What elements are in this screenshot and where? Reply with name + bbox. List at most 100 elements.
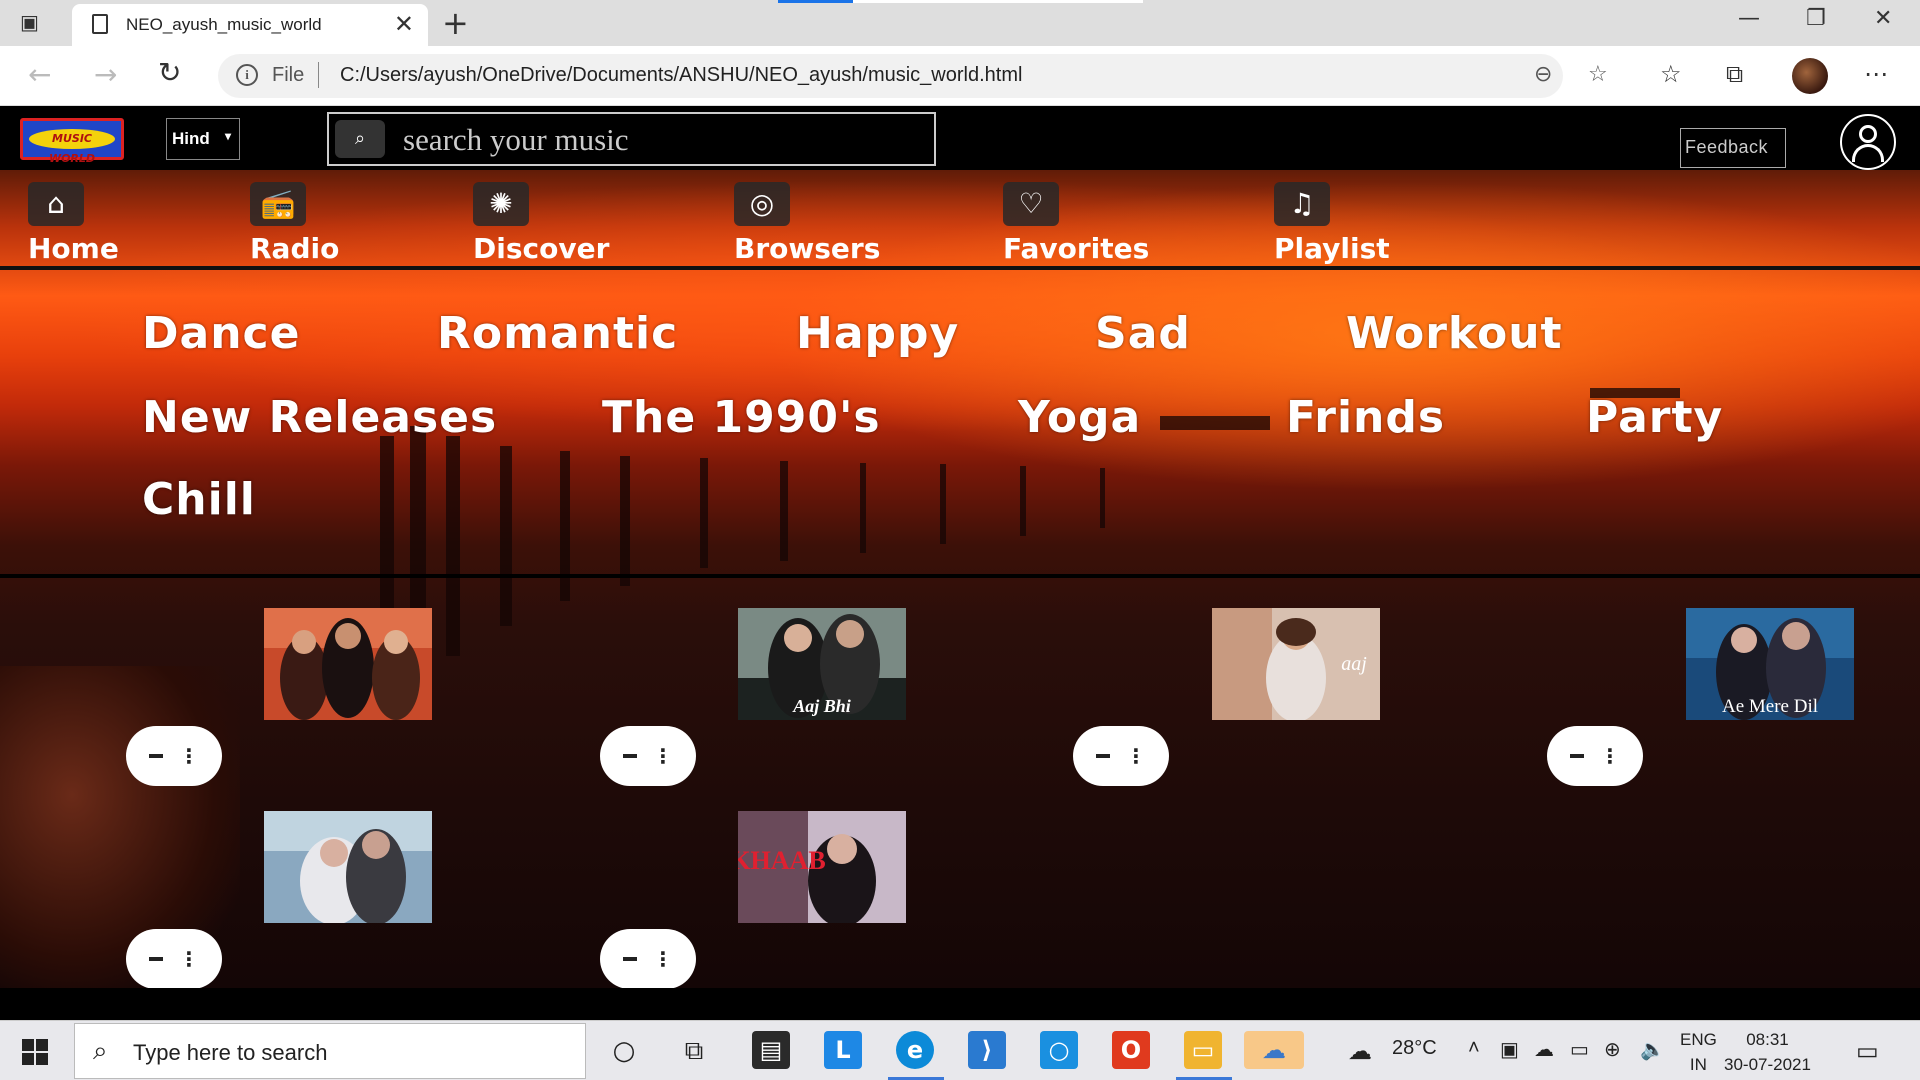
nav-label-browsers: Browsers xyxy=(734,232,881,265)
genre-party[interactable]: Party xyxy=(1586,392,1723,443)
collections-icon[interactable]: ⧉ xyxy=(1726,60,1743,88)
song-thumbnail[interactable]: Aaj Bhi xyxy=(738,608,906,720)
language-select[interactable]: Hind ▾ xyxy=(166,118,240,160)
more-vertical-icon: ⋮ xyxy=(1600,744,1620,768)
genre-list: Dance Romantic Happy Sad Workout New Rel… xyxy=(0,274,1920,578)
chevron-up-icon[interactable]: ˄ xyxy=(1468,1037,1480,1060)
zoom-icon[interactable]: ⊖ xyxy=(1534,62,1552,87)
cortana-icon[interactable]: ○ xyxy=(602,1029,646,1073)
minus-icon xyxy=(1570,754,1584,758)
l-app-icon[interactable]: L xyxy=(824,1031,862,1069)
browse-icon: ◎ xyxy=(734,182,790,226)
genre-chill[interactable]: Chill xyxy=(142,474,256,525)
radio-icon: 📻 xyxy=(250,182,306,226)
nav-label-radio: Radio xyxy=(250,232,340,265)
new-tab-icon[interactable]: + xyxy=(442,4,469,42)
genre-yoga[interactable]: Yoga xyxy=(1018,392,1141,443)
genre-workout[interactable]: Workout xyxy=(1346,308,1563,359)
skype-icon[interactable]: ○ xyxy=(1040,1031,1078,1069)
song-options-button[interactable]: ⋮ xyxy=(600,726,696,786)
close-window-icon[interactable]: ✕ xyxy=(1874,6,1892,31)
thumb-title: KHAAB xyxy=(738,846,826,875)
genre-sad[interactable]: Sad xyxy=(1095,308,1191,359)
profile-avatar[interactable] xyxy=(1792,58,1828,94)
search-input[interactable]: search your music xyxy=(403,122,629,158)
clock[interactable]: 08:31 30-07-2021 xyxy=(1724,1027,1811,1077)
region-code: IN xyxy=(1689,1055,1707,1074)
loading-track xyxy=(853,0,1143,3)
battery-icon[interactable]: ▭ xyxy=(1570,1037,1589,1062)
genre-1990s[interactable]: The 1990's xyxy=(602,392,881,443)
genre-dance[interactable]: Dance xyxy=(142,308,300,359)
store-icon[interactable]: ▤ xyxy=(752,1031,790,1069)
file-explorer-icon[interactable]: ▭ xyxy=(1184,1031,1222,1069)
taskbar-search[interactable]: ⌕ Type here to search xyxy=(74,1023,586,1079)
song-thumbnail[interactable]: KHAAB xyxy=(738,811,906,923)
temperature[interactable]: 28°C xyxy=(1392,1037,1437,1060)
song-thumbnail[interactable]: Ae Mere Dil xyxy=(1686,608,1854,720)
meet-icon[interactable]: ▣ xyxy=(1500,1037,1519,1062)
thumb-title: Ae Mere Dil xyxy=(1722,696,1818,717)
weather-icon[interactable]: ☁ xyxy=(1348,1037,1372,1066)
genre-happy[interactable]: Happy xyxy=(796,308,959,359)
notifications-icon[interactable]: ▭ xyxy=(1856,1037,1879,1066)
song-options-button[interactable]: ⋮ xyxy=(126,726,222,786)
url-field[interactable]: i File C:/Users/ayush/OneDrive/Documents… xyxy=(218,54,1608,98)
song-thumbnail[interactable] xyxy=(264,811,432,923)
music-world-logo[interactable]: MUSIC WORLD xyxy=(20,118,124,165)
url-text[interactable]: C:/Users/ayush/OneDrive/Documents/ANSHU/… xyxy=(340,64,1022,87)
minimize-icon[interactable]: — xyxy=(1738,6,1760,31)
genre-new-releases[interactable]: New Releases xyxy=(142,392,497,443)
song-options-button[interactable]: ⋮ xyxy=(1547,726,1643,786)
minus-icon xyxy=(149,957,163,961)
tab-actions-icon[interactable]: ▣ xyxy=(20,10,50,36)
song-thumbnail[interactable]: aaj xyxy=(1212,608,1380,720)
search-icon[interactable]: ⌕ xyxy=(335,120,385,158)
add-favorite-icon[interactable]: ☆ xyxy=(1588,62,1608,87)
user-account-icon[interactable] xyxy=(1840,114,1896,170)
genre-romantic[interactable]: Romantic xyxy=(437,308,678,359)
song-thumbnail[interactable] xyxy=(264,608,432,720)
office-icon[interactable]: O xyxy=(1112,1031,1150,1069)
browser-tab[interactable]: NEO_ayush_music_world ✕ xyxy=(72,4,428,46)
vscode-icon[interactable]: ⟩ xyxy=(968,1031,1006,1069)
input-language[interactable]: ENG IN xyxy=(1680,1027,1717,1077)
network-icon[interactable]: ⊕ xyxy=(1604,1037,1621,1062)
forward-icon[interactable]: → xyxy=(94,58,117,91)
edge-icon[interactable]: e xyxy=(896,1031,934,1069)
song-options-button[interactable]: ⋮ xyxy=(600,929,696,988)
thumb-title: aaj xyxy=(1341,653,1367,675)
song-options-button[interactable]: ⋮ xyxy=(1073,726,1169,786)
minus-icon xyxy=(149,754,163,758)
task-view-icon[interactable]: ⧉ xyxy=(672,1029,716,1073)
song-options-button[interactable]: ⋮ xyxy=(126,929,222,988)
close-tab-icon[interactable]: ✕ xyxy=(394,10,414,38)
search-icon: ⌕ xyxy=(93,1036,108,1066)
back-icon[interactable]: ← xyxy=(28,58,51,91)
refresh-icon[interactable]: ↻ xyxy=(158,56,181,89)
onedrive-icon[interactable]: ☁ xyxy=(1534,1037,1554,1062)
date: 30-07-2021 xyxy=(1724,1055,1811,1074)
photos-icon[interactable]: ☁ xyxy=(1244,1031,1304,1069)
address-bar-row: ← → ↻ i File C:/Users/ayush/OneDrive/Doc… xyxy=(0,46,1920,106)
feedback-button[interactable]: Feedback xyxy=(1680,128,1786,168)
genre-frinds[interactable]: Frinds xyxy=(1286,392,1445,443)
nav-label-home: Home xyxy=(28,232,119,265)
volume-icon[interactable]: 🔈 xyxy=(1640,1037,1665,1062)
taskbar-search-input[interactable]: Type here to search xyxy=(133,1040,327,1066)
windows-start-icon[interactable] xyxy=(22,1039,48,1065)
more-icon[interactable]: ⋯ xyxy=(1864,60,1888,88)
discover-icon: ✺ xyxy=(473,182,529,226)
chevron-down-icon: ▾ xyxy=(224,129,231,143)
browser-tab-bar: ▣ NEO_ayush_music_world ✕ + — ❐ ✕ xyxy=(0,0,1920,46)
restore-icon[interactable]: ❐ xyxy=(1806,6,1826,31)
search-bar[interactable]: ⌕ search your music xyxy=(327,112,936,166)
playlist-icon: ♫ xyxy=(1274,182,1330,226)
info-icon[interactable]: i xyxy=(236,64,258,86)
tab-title: NEO_ayush_music_world xyxy=(126,15,322,34)
nav-label-discover: Discover xyxy=(473,232,610,265)
file-label: File xyxy=(272,64,305,86)
favorites-icon[interactable]: ☆ xyxy=(1660,60,1682,88)
nav-label-playlist: Playlist xyxy=(1274,232,1390,265)
language-value: Hind xyxy=(172,129,210,148)
